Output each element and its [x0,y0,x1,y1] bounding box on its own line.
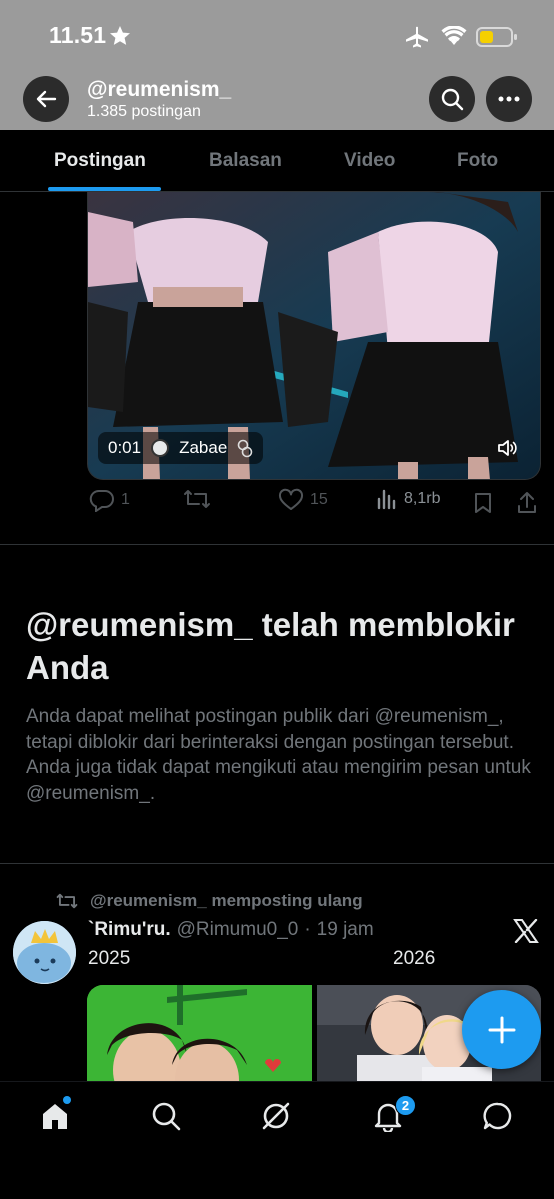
messages-icon[interactable] [482,1100,514,1132]
blocked-description: Anda dapat melihat postingan publik dari… [26,706,531,804]
view-count: 8,1rb [404,490,441,507]
bottom-nav: 2 [0,1081,554,1199]
post-time: 19 jam [316,919,374,940]
video-timestamp: 0:01 [108,438,142,457]
x-logo-icon [513,919,539,943]
status-bar: 11.51 [0,0,554,70]
plus-icon [488,1016,515,1043]
tab-photos[interactable]: Foto [457,150,498,172]
tab-posts[interactable]: Postingan [54,150,146,172]
star-icon [110,26,130,45]
status-time: 11.51 [49,22,107,48]
author-avatar[interactable] [13,921,76,984]
repost-indicator: @reumenism_ memposting ulang [56,891,363,911]
profile-tabs: Postingan Balasan Video Foto [0,130,554,192]
profile-header: 11.51 @reumenism_ 1.385 postingan [0,0,554,130]
compose-button[interactable] [462,990,541,1069]
like-button[interactable]: 15 [278,488,328,512]
profile-name: @reumenism_ [87,78,232,101]
chain-link-icon [237,439,253,458]
repost-button[interactable] [183,488,211,510]
search-icon[interactable] [150,1100,182,1132]
meta-separator: · [304,919,311,940]
post-header: `Rimu'ru. @Rimumu0_0 · 19 jam [88,919,374,941]
more-dots-icon [498,96,520,102]
video-player[interactable]: 0:01 Zabae [87,192,541,480]
repost-icon [56,893,78,909]
views-button[interactable]: 8,1rb [376,488,440,510]
author-name[interactable]: `Rimu'ru. [88,919,171,941]
airplane-mode-icon [406,26,428,48]
arrow-left-icon [36,90,57,108]
active-tab-indicator [48,187,161,191]
reply-icon [89,489,114,512]
header-nav: @reumenism_ 1.385 postingan [0,72,554,128]
views-chart-icon [377,489,396,510]
post-actions: 1 15 8,1rb [87,488,547,522]
search-button[interactable] [429,76,475,122]
divider [0,863,554,864]
like-count: 15 [310,491,328,508]
blocked-title: @reumenism_ telah memblokir Anda [26,606,515,686]
bookmark-icon[interactable] [473,492,493,514]
video-info-overlay: 0:01 Zabae [98,432,264,464]
back-button[interactable] [23,76,69,122]
post-count: 1.385 postingan [87,103,201,120]
share-icon[interactable] [516,491,538,515]
post-text-right: 2026 [393,948,436,969]
avatar-image [13,921,76,984]
reply-count: 1 [121,491,130,508]
volume-icon[interactable] [496,437,518,459]
repost-label: @reumenism_ memposting ulang [90,891,363,910]
repost-icon [184,490,210,508]
reply-button[interactable]: 1 [89,488,130,512]
search-icon [441,88,464,111]
tab-replies[interactable]: Balasan [209,150,282,172]
heart-icon [278,488,304,510]
battery-icon [476,27,517,47]
more-options-button[interactable] [486,76,532,122]
photo-left [87,985,312,1085]
author-handle[interactable]: @Rimumu0_0 [177,919,299,941]
notification-badge: 2 [395,1095,416,1116]
grok-icon[interactable] [260,1100,292,1132]
tab-video[interactable]: Video [344,150,395,172]
home-icon[interactable] [39,1100,71,1132]
home-unread-dot [63,1096,71,1104]
wifi-icon [441,26,467,45]
post-image-left[interactable] [87,985,312,1085]
post-text-left: 2025 [88,948,131,969]
divider [0,544,554,545]
channel-avatar [151,439,170,457]
video-channel-name: Zabae [179,438,228,457]
